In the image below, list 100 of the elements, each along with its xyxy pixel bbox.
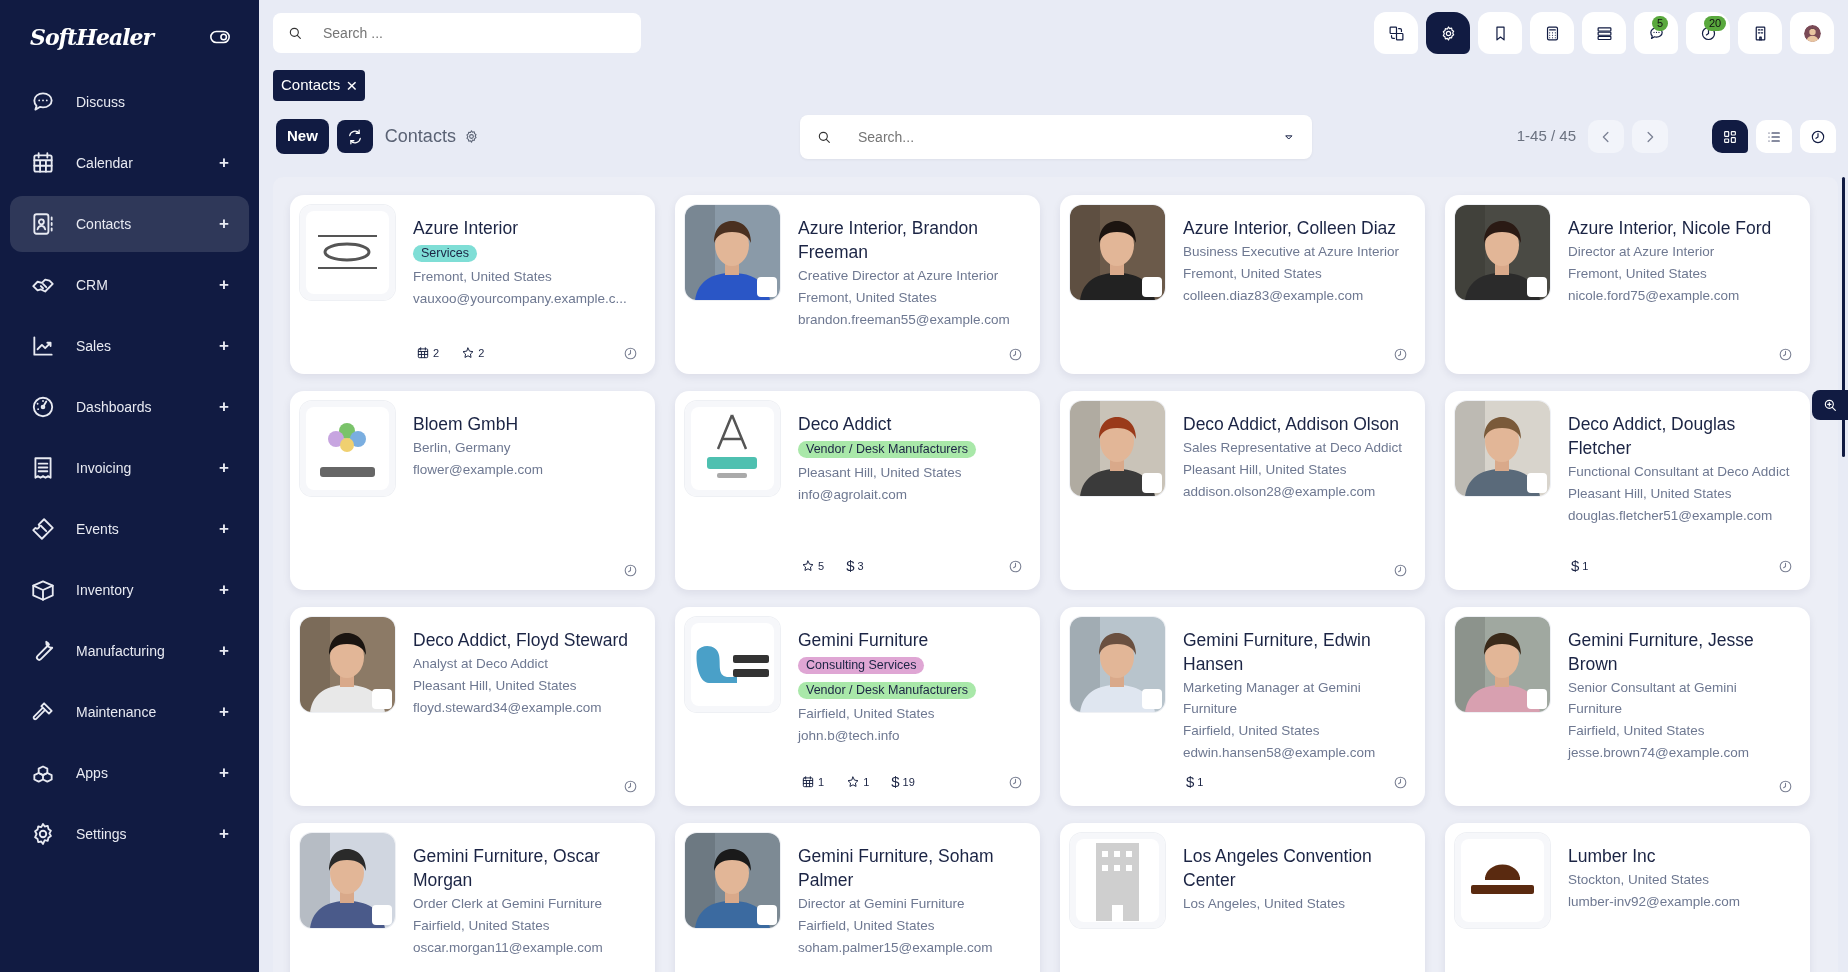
contact-card[interactable]: Azure Interior, Brandon Freeman Creative Director at Azure Interior Fremont, United States brandon.freeman55@example.com: [675, 194, 1040, 374]
expand-icon[interactable]: +: [219, 333, 229, 359]
count-text: 3: [857, 559, 864, 574]
toolbar-button[interactable]: 20: [1686, 12, 1730, 54]
tag: Vendor / Desk Manufacturers: [798, 681, 976, 699]
expand-icon[interactable]: +: [219, 638, 229, 664]
search-input[interactable]: Search...: [856, 114, 1258, 159]
contact-name: Azure Interior: [413, 216, 520, 240]
toolbar-button[interactable]: 5: [1634, 12, 1678, 54]
new-button[interactable]: New: [276, 119, 329, 154]
location-text: Fairfield, United States: [798, 916, 936, 935]
contact-card[interactable]: Bloem GmbH Berlin, Germany flower@example.com: [290, 390, 655, 590]
sidebar-item[interactable]: Contacts +: [10, 196, 249, 252]
expand-icon[interactable]: +: [219, 394, 229, 420]
count-text: 1: [863, 775, 870, 790]
sidebar-item[interactable]: Events +: [10, 501, 249, 557]
contact-card[interactable]: Deco Addict Vendor / Desk Manufacturers Pleasant Hill, United States info@agrolait.com 5 $ 3: [675, 390, 1040, 590]
contact-name: Lumber Inc: [1568, 844, 1657, 868]
email-text: soham.palmer15@example.com: [798, 938, 994, 957]
expand-icon[interactable]: +: [219, 455, 229, 481]
contact-card[interactable]: Lumber Inc Stockton, United States lumber-inv92@example.com: [1445, 822, 1810, 972]
contact-card[interactable]: Gemini Furniture, Jesse Brown Senior Consultant at Gemini Furniture Fairfield, United States jesse.brown74@example.com: [1445, 606, 1810, 806]
sidebar-item[interactable]: Calendar +: [10, 135, 249, 191]
tag: Vendor / Desk Manufacturers: [798, 440, 976, 458]
sidebar-item[interactable]: Discuss: [10, 74, 249, 130]
job-title: Creative Director at Azure Interior: [798, 266, 1000, 285]
expand-icon[interactable]: +: [219, 699, 229, 725]
email-text: lumber-inv92@example.com: [1568, 892, 1741, 911]
sidebar-item[interactable]: Maintenance +: [10, 684, 249, 740]
contact-card[interactable]: Azure Interior, Colleen Diaz Business Executive at Azure Interior Fremont, United States colleen.diaz83@example.com: [1060, 194, 1425, 374]
expand-icon[interactable]: +: [219, 150, 229, 176]
email-text: brandon.freeman55@example.com: [798, 310, 1011, 329]
contact-card[interactable]: Gemini Furniture, Oscar Morgan Order Clerk at Gemini Furniture Fairfield, United States oscar.morgan11@example.com: [290, 822, 655, 972]
sidebar-item[interactable]: Invoicing +: [10, 440, 249, 496]
location-text: Fairfield, United States: [1183, 721, 1321, 740]
contact-card[interactable]: Deco Addict, Floyd Steward Analyst at Deco Addict Pleasant Hill, United States floyd.steward34@example.com: [290, 606, 655, 806]
location-text: Pleasant Hill, United States: [413, 676, 578, 695]
contact-name: Gemini Furniture: [798, 628, 930, 652]
expand-icon[interactable]: +: [219, 760, 229, 786]
email-text: john.b@tech.info: [798, 726, 901, 745]
email-text: flower@example.com: [413, 460, 543, 479]
job-title: Analyst at Deco Addict: [413, 654, 550, 673]
contact-name: Los Angeles Convention Center: [1183, 844, 1373, 892]
currency-icon: $: [1571, 555, 1580, 578]
tag: Consulting Services: [798, 656, 925, 674]
sidebar-item[interactable]: Dashboards +: [10, 379, 249, 435]
count-badge: 5: [1652, 16, 1669, 31]
count-text: 19: [902, 775, 915, 790]
contact-name: Gemini Furniture, Soham Palmer: [798, 844, 995, 892]
job-title: Marketing Manager at Gemini Furniture: [1183, 678, 1362, 718]
sidebar-item[interactable]: CRM +: [10, 257, 249, 313]
location-text: Fairfield, United States: [798, 704, 936, 723]
expand-icon[interactable]: +: [219, 211, 229, 237]
breadcrumb-link[interactable]: Contacts: [281, 74, 341, 97]
count-text: 2: [478, 346, 485, 361]
sidebar-item[interactable]: Apps +: [10, 745, 249, 801]
contact-card[interactable]: Deco Addict, Douglas Fletcher Functional Consultant at Deco Addict Pleasant Hill, United States douglas.fletcher51@example.com $ 1: [1445, 390, 1810, 590]
pager-text: 1-45 / 45: [1516, 126, 1576, 147]
search-field[interactable]: Search ...: [273, 13, 641, 53]
location-text: Fremont, United States: [798, 288, 938, 307]
contact-name: Gemini Furniture, Oscar Morgan: [413, 844, 601, 892]
sidebar-item[interactable]: Sales +: [10, 318, 249, 374]
location-text: Los Angeles, United States: [1183, 894, 1347, 913]
location-text: Fairfield, United States: [413, 916, 551, 935]
contact-card[interactable]: Azure Interior, Nicole Ford Director at Azure Interior Fremont, United States nicole.ford75@example.com: [1445, 194, 1810, 374]
contact-name: Azure Interior, Brandon Freeman: [798, 216, 979, 264]
contact-name: Gemini Furniture, Jesse Brown: [1568, 628, 1755, 676]
contact-name: Deco Addict, Floyd Steward: [413, 628, 628, 652]
contact-card[interactable]: Gemini Furniture Consulting Services Vendor / Desk Manufacturers Fairfield, United States john.b@tech.info 1 1 $ 19: [675, 606, 1040, 806]
job-title: Sales Representative at Deco Addict: [1183, 438, 1403, 457]
location-text: Berlin, Germany: [413, 438, 512, 457]
expand-icon[interactable]: +: [219, 272, 229, 298]
search-field[interactable]: Search...: [800, 114, 1312, 159]
contact-card[interactable]: Azure Interior Services Fremont, United States vauxoo@yourcompany.example.c... 2 2: [290, 194, 655, 374]
count-text: 2: [433, 346, 440, 361]
email-text: jesse.brown74@example.com: [1568, 743, 1751, 762]
contact-card[interactable]: Deco Addict, Addison Olson Sales Representative at Deco Addict Pleasant Hill, United States addison.olson28@example.com: [1060, 390, 1425, 590]
page-title: Contacts: [384, 125, 456, 148]
contact-card[interactable]: Los Angeles Convention Center Los Angeles, United States: [1060, 822, 1425, 972]
job-title: Order Clerk at Gemini Furniture: [413, 894, 604, 913]
contact-card[interactable]: Gemini Furniture, Edwin Hansen Marketing Manager at Gemini Furniture Fairfield, United States edwin.hansen58@example.com $ 1: [1060, 606, 1425, 806]
location-text: Pleasant Hill, United States: [798, 463, 963, 482]
currency-icon: $: [1186, 771, 1195, 794]
count-text: 1: [1582, 559, 1589, 574]
expand-icon[interactable]: +: [219, 821, 229, 847]
contact-name: Gemini Furniture, Edwin Hansen: [1183, 628, 1372, 676]
expand-icon[interactable]: +: [219, 577, 229, 603]
contact-name: Deco Addict, Douglas Fletcher: [1568, 412, 1737, 460]
location-text: Pleasant Hill, United States: [1183, 460, 1348, 479]
search-input[interactable]: Search ...: [321, 13, 627, 53]
expand-icon[interactable]: +: [219, 516, 229, 542]
close-icon[interactable]: ×: [346, 75, 358, 95]
email-text: addison.olson28@example.com: [1183, 482, 1377, 501]
contact-card[interactable]: Gemini Furniture, Soham Palmer Director at Gemini Furniture Fairfield, United States soham.palmer15@example.com: [675, 822, 1040, 972]
job-title: Senior Consultant at Gemini Furniture: [1568, 678, 1738, 718]
email-text: oscar.morgan11@example.com: [413, 938, 604, 957]
sidebar-item[interactable]: Settings +: [10, 806, 249, 862]
tag: Services: [413, 244, 477, 262]
sidebar-item[interactable]: Manufacturing +: [10, 623, 249, 679]
sidebar-item[interactable]: Inventory +: [10, 562, 249, 618]
